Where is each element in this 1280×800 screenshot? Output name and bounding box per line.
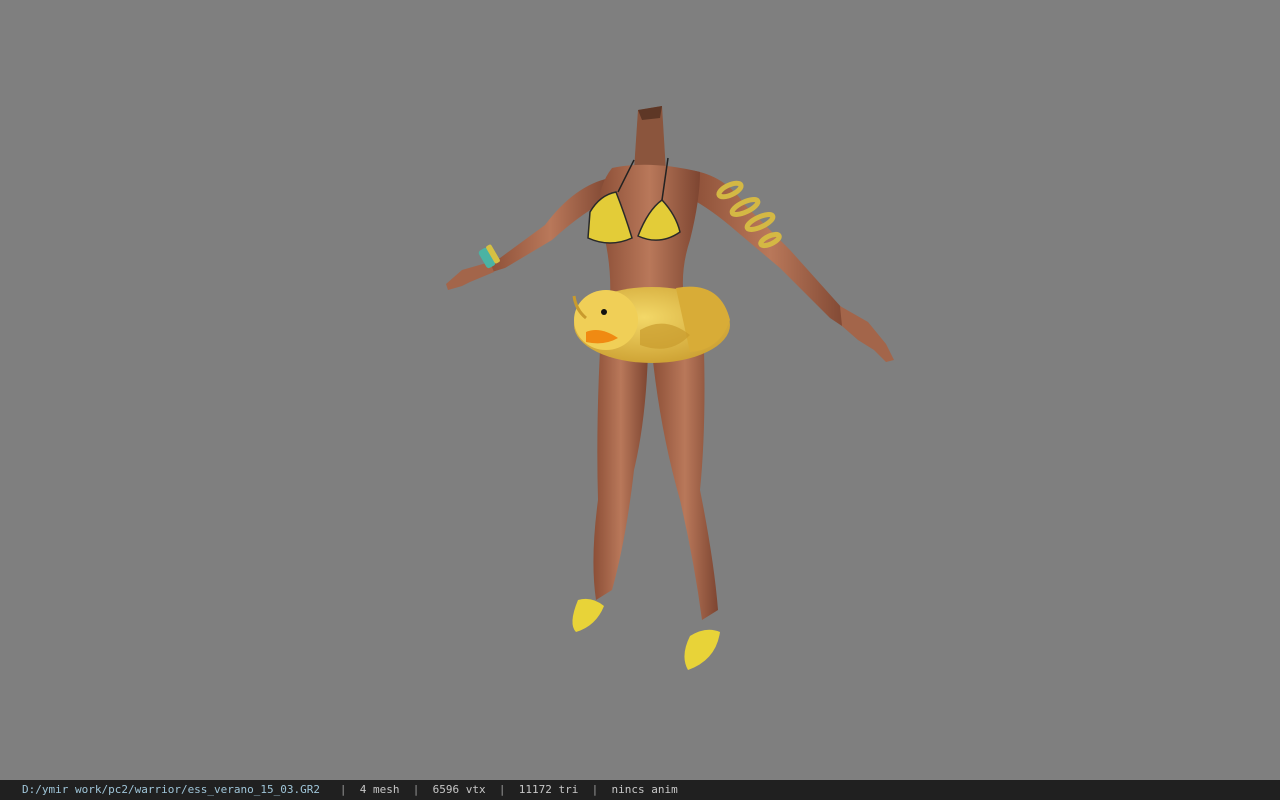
3d-viewport[interactable] xyxy=(0,0,1280,780)
file-path: D:/ymir work/pc2/warrior/ess_verano_15_0… xyxy=(22,783,321,796)
triangle-count: 11172 tri xyxy=(518,783,579,796)
neck xyxy=(634,106,666,172)
status-separator: | xyxy=(498,783,506,796)
duck-head-icon xyxy=(572,290,638,350)
status-separator: | xyxy=(339,783,347,796)
shoes xyxy=(572,598,720,670)
vertex-count: 6596 vtx xyxy=(432,783,486,796)
status-separator: | xyxy=(412,783,420,796)
mesh-count: 4 mesh xyxy=(359,783,400,796)
model-render xyxy=(446,106,894,670)
left-arm xyxy=(446,178,612,290)
animation-status: nincs anim xyxy=(611,783,678,796)
status-bar: D:/ymir work/pc2/warrior/ess_verano_15_0… xyxy=(0,780,1280,800)
duck-float xyxy=(572,286,730,363)
status-separator: | xyxy=(591,783,599,796)
legs xyxy=(593,350,718,620)
